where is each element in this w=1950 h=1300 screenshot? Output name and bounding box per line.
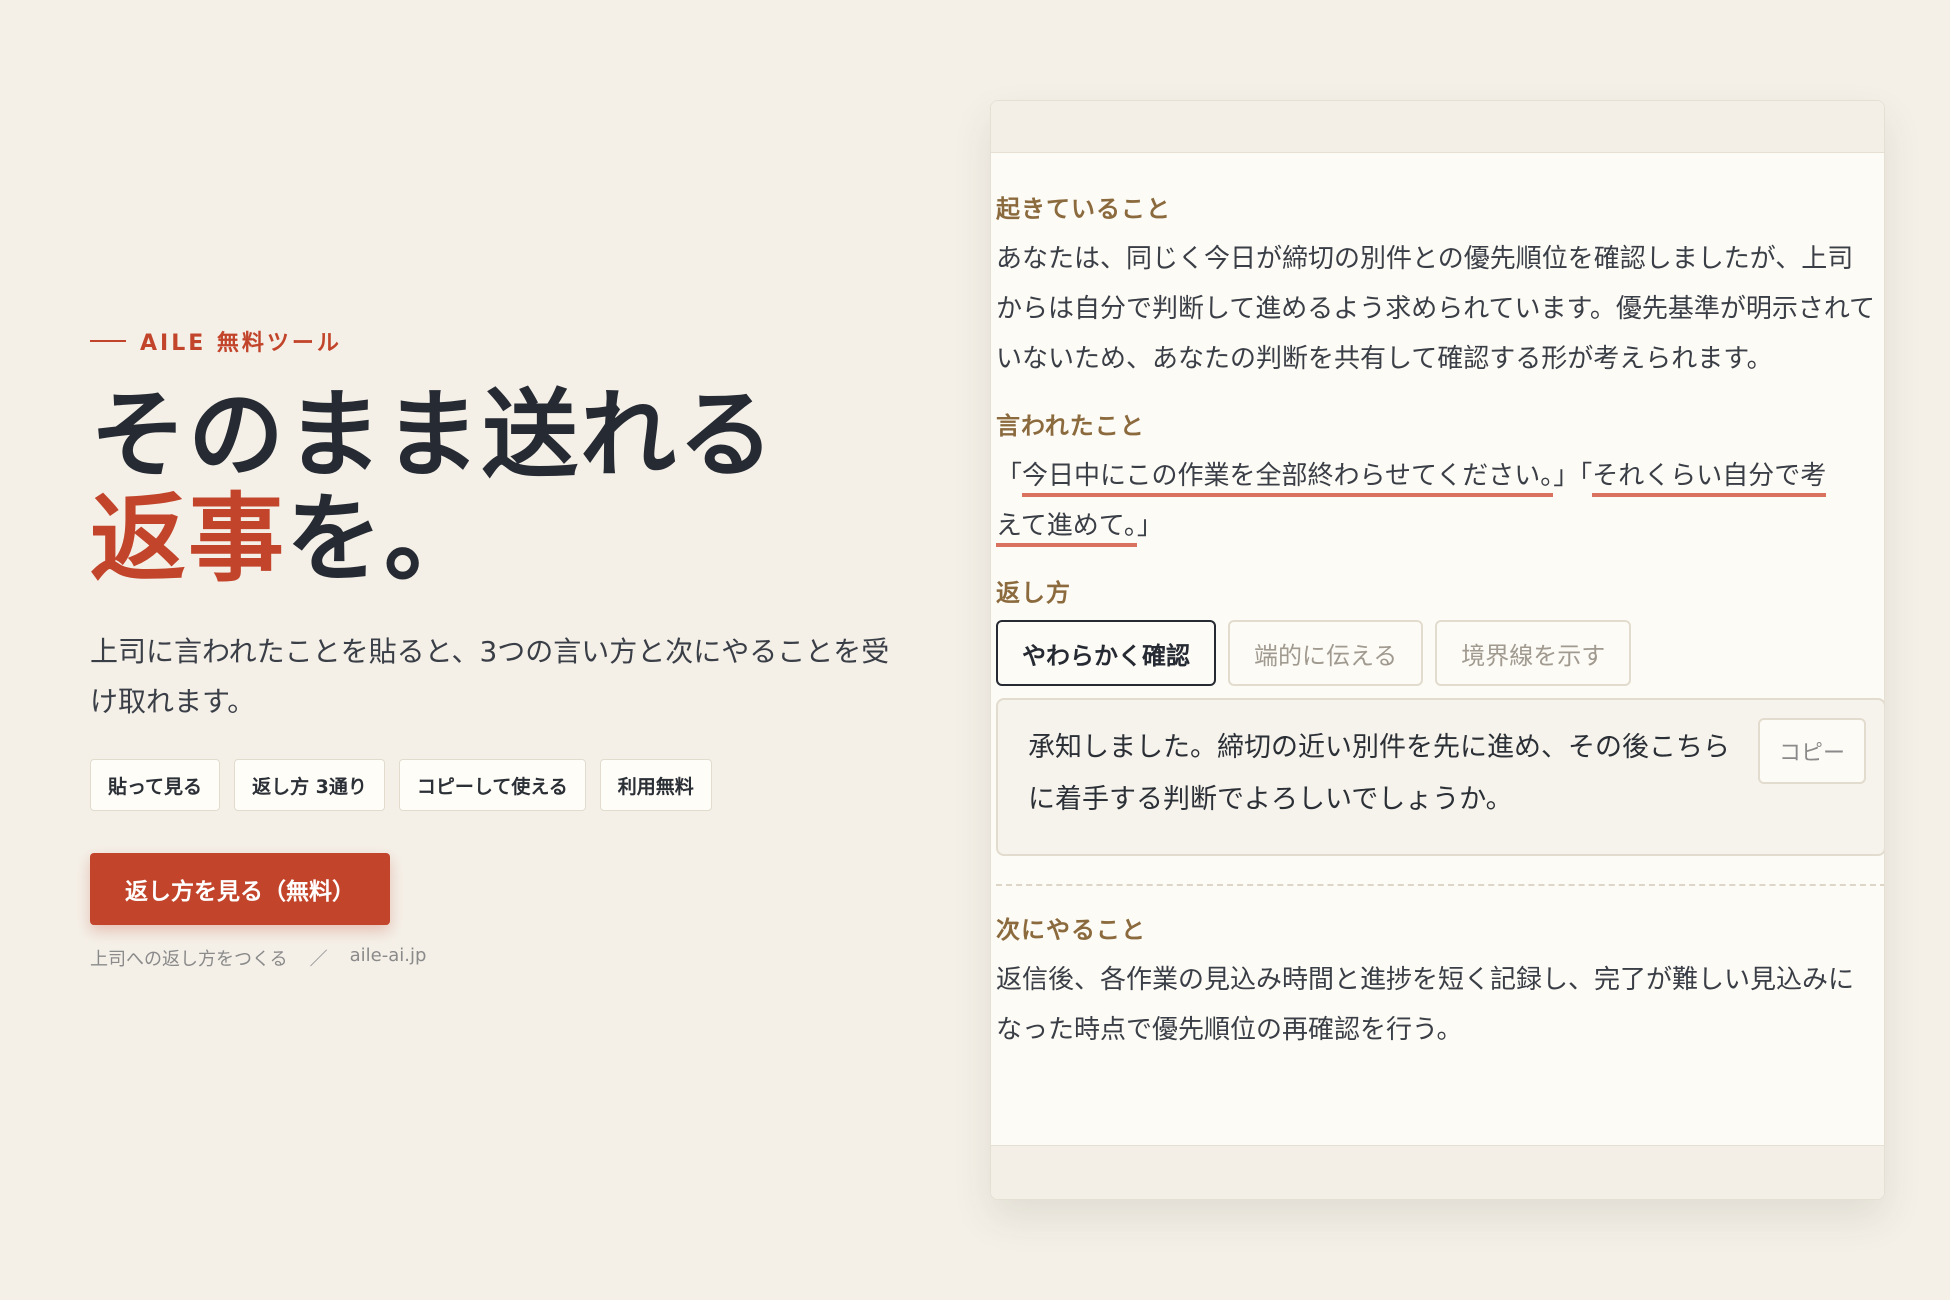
- reply-text: 承知しました。締切の近い別件を先に進め、その後こちらに着手する判断でよろしいでし…: [1028, 732, 1730, 815]
- reply-label: 返し方: [996, 579, 1071, 607]
- chip-three-ways: 返し方 3通り: [234, 759, 385, 811]
- said-quote-2b: えて進めて。: [996, 511, 1137, 547]
- chip-paste: 貼って見る: [90, 759, 221, 811]
- said-quote-2a: それくらい自分で考: [1592, 461, 1827, 497]
- happening-text: あなたは、同じく今日が締切の別件との優先順位を確認しましたが、上司からは自分で判…: [996, 244, 1876, 374]
- headline: そのまま送れる 返事を。: [90, 383, 910, 591]
- section-divider: [996, 884, 1884, 886]
- tab-soft-confirm[interactable]: やわらかく確認: [996, 620, 1216, 686]
- hero-section: AILE 無料ツール そのまま送れる 返事を。 上司に言われたことを貼ると、3つ…: [90, 325, 910, 971]
- headline-line1: そのまま送れる: [90, 378, 776, 491]
- reply-style-tabs: やわらかく確認 端的に伝える 境界線を示す: [996, 620, 1879, 686]
- headline-accent: 返事: [90, 482, 286, 595]
- see-replies-button[interactable]: 返し方を見る（無料）: [90, 853, 390, 925]
- tab-direct[interactable]: 端的に伝える: [1228, 620, 1424, 686]
- eyebrow-dash: [90, 340, 126, 342]
- eyebrow: AILE 無料ツール: [90, 325, 910, 357]
- next-text: 返信後、各作業の見込み時間と進捗を短く記録し、完了が難しい見込みになった時点で優…: [996, 965, 1855, 1045]
- chip-copy: コピーして使える: [398, 759, 586, 811]
- tab-boundary[interactable]: 境界線を示す: [1435, 620, 1632, 686]
- panel-body: 起きていること あなたは、同じく今日が締切の別件との優先順位を確認しましたが、上…: [991, 153, 1884, 1055]
- reply-card: 承知しました。締切の近い別件を先に進め、その後こちらに着手する判断でよろしいでし…: [996, 698, 1884, 856]
- happening-label: 起きていること: [996, 195, 1171, 223]
- panel-top-bar: [991, 101, 1884, 153]
- footer-note: 上司への返し方をつくる ／ aile-ai.jp: [90, 945, 910, 971]
- said-quote: 「今日中にこの作業を全部終わらせてください。」「それくらい自分で考 えて進めて。」: [996, 451, 1879, 551]
- footer-domain[interactable]: aile-ai.jp: [350, 945, 427, 971]
- eyebrow-text: AILE 無料ツール: [140, 331, 342, 356]
- next-label: 次にやること: [996, 916, 1146, 944]
- headline-tail: を。: [286, 482, 482, 595]
- footer-separator: ／: [309, 949, 328, 970]
- feature-chips: 貼って見る 返し方 3通り コピーして使える 利用無料: [90, 759, 910, 811]
- copy-button[interactable]: コピー: [1758, 718, 1866, 784]
- lead-text: 上司に言われたことを貼ると、3つの言い方と次にやることを受け取れます。: [90, 635, 890, 718]
- said-label: 言われたこと: [996, 412, 1145, 440]
- preview-panel: 起きていること あなたは、同じく今日が締切の別件との優先順位を確認しましたが、上…: [990, 100, 1885, 1200]
- chip-free: 利用無料: [599, 759, 712, 811]
- footer-text: 上司への返し方をつくる: [90, 949, 288, 970]
- panel-bottom-bar: [991, 1145, 1884, 1199]
- said-quote-1: 今日中にこの作業を全部終わらせてください。: [1022, 461, 1554, 497]
